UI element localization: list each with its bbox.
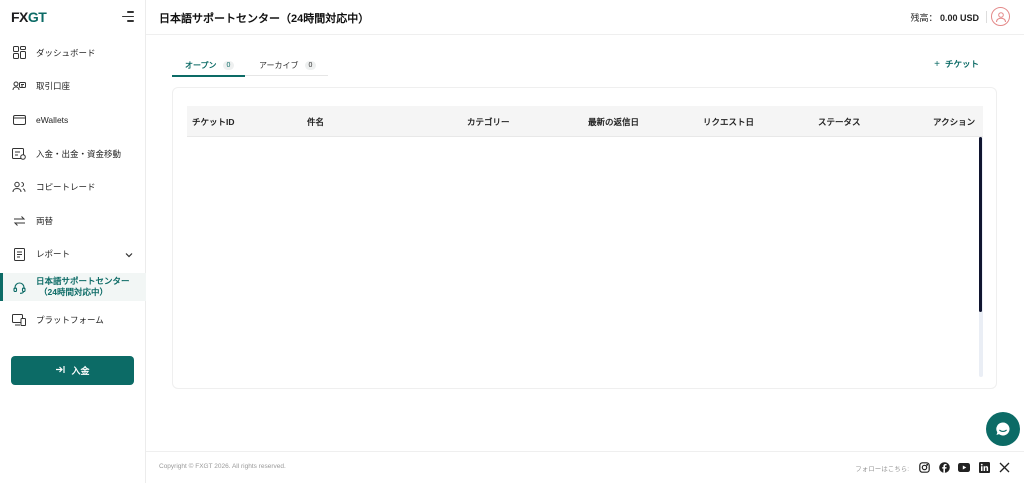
logo-fx: FX — [11, 9, 28, 25]
sidebar-item-label: プラットフォーム — [36, 314, 104, 325]
tab-count-badge: 0 — [222, 60, 235, 70]
login-arrow-icon — [55, 365, 66, 376]
trading-account-icon — [12, 79, 26, 93]
transfer-icon — [12, 147, 26, 161]
sidebar-item-report[interactable]: レポート — [0, 238, 146, 272]
exchange-icon — [12, 214, 26, 228]
chevron-down-icon[interactable] — [125, 250, 133, 260]
wallet-icon — [12, 113, 26, 127]
sidebar-item-funds[interactable]: 入金・出金・資金移動 — [0, 137, 146, 171]
sidebar-item-label: ダッシュボード — [36, 47, 96, 58]
table-header: チケットID 件名 カテゴリー 最新の返信日 リクエスト日 ステータス アクショ… — [187, 106, 983, 137]
deposit-button-label: 入金 — [71, 366, 90, 376]
footer: Copyright © FXGT 2026. All rights reserv… — [146, 451, 1024, 483]
sidebar-item-label: コピートレード — [36, 182, 96, 193]
tab-label: オープン — [185, 60, 217, 70]
sidebar-item-platform[interactable]: プラットフォーム — [0, 303, 146, 337]
header-divider — [986, 11, 987, 23]
sidebar-item-label: 日本語サポートセンター （24時間対応中） — [36, 276, 130, 298]
column-header-request-date[interactable]: リクエスト日 — [703, 116, 754, 128]
ticket-tabs: オープン 0 アーカイブ 0 — [172, 54, 328, 77]
instagram-icon[interactable] — [918, 461, 930, 473]
menu-toggle-icon[interactable] — [122, 11, 134, 22]
platform-icon — [12, 313, 26, 327]
copy-trade-icon — [12, 180, 26, 194]
sidebar-item-label: 取引口座 — [36, 81, 71, 92]
sidebar-item-exchange[interactable]: 両替 — [0, 204, 146, 238]
balance-label: 残高： — [910, 13, 938, 23]
sidebar-nav: ダッシュボード 取引口座 eWallets 入金・出金・資金移動 コピートレード — [0, 36, 146, 337]
sidebar-item-label: 両替 — [36, 215, 54, 226]
deposit-button[interactable]: 入金 — [11, 356, 134, 385]
sidebar-item-label: 入金・出金・資金移動 — [36, 148, 122, 159]
sidebar-item-dashboard[interactable]: ダッシュボード — [0, 36, 146, 70]
column-header-category[interactable]: カテゴリー — [467, 116, 510, 128]
follow-label: フォローはこちら: — [855, 466, 909, 473]
sidebar-item-label: eWallets — [36, 114, 69, 125]
tab-archive[interactable]: アーカイブ 0 — [245, 54, 317, 76]
youtube-icon[interactable] — [958, 461, 970, 473]
logo-gt: GT — [27, 9, 47, 25]
main-content: オープン 0 アーカイブ 0 + チケット チケットID 件名 カテゴリー 最新の… — [146, 36, 1024, 450]
tab-label: アーカイブ — [259, 60, 299, 70]
x-icon[interactable] — [998, 461, 1010, 473]
copyright-text: Copyright © FXGT 2026. All rights reserv… — [159, 463, 286, 470]
support-headset-icon — [12, 280, 26, 294]
column-header-subject[interactable]: 件名 — [307, 116, 324, 128]
tab-open[interactable]: オープン 0 — [172, 54, 245, 77]
add-ticket-label: チケット — [944, 59, 979, 69]
table-scrollbar[interactable] — [979, 137, 983, 377]
balance-display: 残高： 0.00 USD — [910, 11, 979, 24]
chat-support-icon[interactable] — [986, 412, 1020, 446]
page-title: 日本語サポートセンター（24時間対応中） — [159, 13, 370, 25]
column-header-action[interactable]: アクション — [933, 116, 975, 128]
sidebar-item-label: レポート — [36, 249, 71, 260]
sidebar-item-copy-trade[interactable]: コピートレード — [0, 170, 146, 204]
support-label-line2: （24時間対応中） — [39, 287, 108, 298]
report-icon — [12, 247, 26, 261]
sidebar: FXGT ダッシュボード 取引口座 eWallets 入金・出金・資金移動 コピ… — [0, 0, 146, 483]
sidebar-item-ewallets[interactable]: eWallets — [0, 103, 146, 137]
facebook-icon[interactable] — [938, 461, 950, 473]
column-header-ticket-id[interactable]: チケットID — [192, 116, 235, 128]
user-avatar-icon[interactable] — [991, 7, 1010, 26]
sidebar-item-support-center[interactable]: 日本語サポートセンター （24時間対応中） — [0, 273, 146, 302]
tab-count-badge: 0 — [304, 60, 317, 70]
top-header: 日本語サポートセンター（24時間対応中） 残高： 0.00 USD — [146, 0, 1024, 35]
scrollbar-thumb[interactable] — [979, 137, 982, 312]
support-label-line1: 日本語サポートセンター — [36, 276, 130, 287]
dashboard-icon — [12, 46, 26, 60]
fxgt-logo[interactable]: FXGT — [11, 9, 47, 25]
sidebar-item-trading-account[interactable]: 取引口座 — [0, 70, 146, 104]
add-ticket-button[interactable]: + チケット — [934, 58, 979, 70]
linkedin-icon[interactable] — [978, 461, 990, 473]
column-header-status[interactable]: ステータス — [818, 116, 861, 128]
plus-icon: + — [934, 59, 940, 70]
balance-value: 0.00 USD — [939, 13, 979, 23]
ticket-table: チケットID 件名 カテゴリー 最新の返信日 リクエスト日 ステータス アクショ… — [172, 87, 997, 389]
column-header-last-reply[interactable]: 最新の返信日 — [588, 116, 639, 128]
